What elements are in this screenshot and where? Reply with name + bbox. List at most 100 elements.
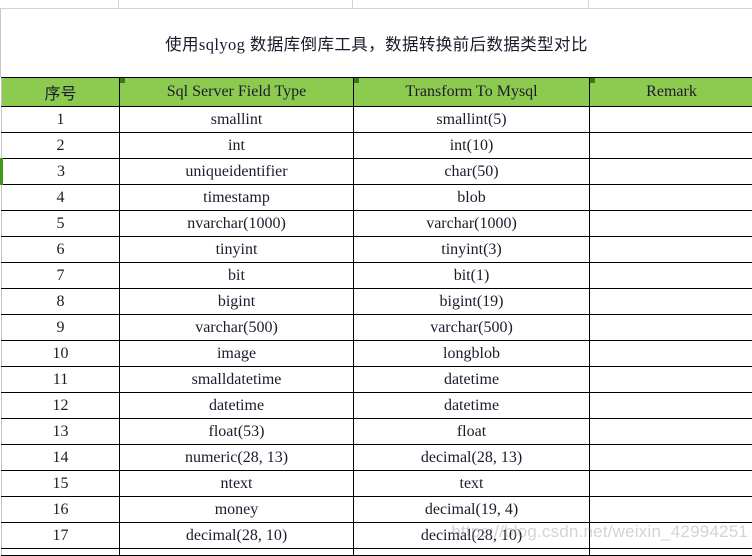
cell-source[interactable]: bigint	[120, 289, 354, 315]
cell-seq[interactable]: 6	[2, 237, 120, 263]
cell-target[interactable]: char(50)	[354, 159, 590, 185]
cell-source[interactable]: smalldatetime	[120, 367, 354, 393]
cell-seq[interactable]: 5	[2, 211, 120, 237]
cell-remark[interactable]	[590, 237, 752, 263]
table-row[interactable]: 9varchar(500)varchar(500)	[2, 315, 752, 341]
table-row-partial[interactable]	[2, 549, 752, 556]
cell-seq[interactable]: 3	[2, 159, 120, 185]
table-row[interactable]: 15ntexttext	[2, 471, 752, 497]
cell-seq[interactable]: 11	[2, 367, 120, 393]
cell-source[interactable]: timestamp	[120, 185, 354, 211]
table-row[interactable]: 7bitbit(1)	[2, 263, 752, 289]
cell-source[interactable]: float(53)	[120, 419, 354, 445]
table-row[interactable]: 12datetimedatetime	[2, 393, 752, 419]
cell-seq[interactable]: 8	[2, 289, 120, 315]
cell-source[interactable]: varchar(500)	[120, 315, 354, 341]
cell-target[interactable]: bit(1)	[354, 263, 590, 289]
cell-seq[interactable]: 10	[2, 341, 120, 367]
column-header-remark[interactable]: Remark	[590, 78, 752, 107]
column-header-seq[interactable]: 序号	[2, 78, 120, 107]
cell-remark[interactable]	[590, 211, 752, 237]
cell-seq[interactable]: 9	[2, 315, 120, 341]
cell-remark[interactable]	[590, 497, 752, 523]
cell-target[interactable]	[354, 549, 590, 556]
cell-remark[interactable]	[590, 263, 752, 289]
cell-target[interactable]: longblob	[354, 341, 590, 367]
cell-remark[interactable]	[590, 289, 752, 315]
cell-target[interactable]: float	[354, 419, 590, 445]
cell-seq[interactable]: 7	[2, 263, 120, 289]
table-row[interactable]: 2intint(10)	[2, 133, 752, 159]
cell-source[interactable]: image	[120, 341, 354, 367]
table-row[interactable]: 3uniqueidentifierchar(50)	[2, 159, 752, 185]
cell-target[interactable]: decimal(19, 4)	[354, 497, 590, 523]
table-row[interactable]: 6tinyinttinyint(3)	[2, 237, 752, 263]
cell-target[interactable]: int(10)	[354, 133, 590, 159]
cell-source[interactable]	[120, 549, 354, 556]
cell-target[interactable]: tinyint(3)	[354, 237, 590, 263]
cell-remark[interactable]	[590, 393, 752, 419]
cell-remark[interactable]	[590, 419, 752, 445]
cell-target[interactable]: text	[354, 471, 590, 497]
cell-remark[interactable]	[590, 549, 752, 556]
cell-remark[interactable]	[590, 185, 752, 211]
cell-seq[interactable]: 14	[2, 445, 120, 471]
cell-source[interactable]: tinyint	[120, 237, 354, 263]
cell-source[interactable]: datetime	[120, 393, 354, 419]
cell-seq[interactable]: 1	[2, 107, 120, 133]
cell-seq[interactable]: 17	[2, 523, 120, 549]
cell-remark[interactable]	[590, 159, 752, 185]
cell-target[interactable]: datetime	[354, 367, 590, 393]
column-separator	[118, 0, 119, 8]
cell-target[interactable]: varchar(1000)	[354, 211, 590, 237]
cell-seq[interactable]	[2, 549, 120, 556]
table-row[interactable]: 11smalldatetimedatetime	[2, 367, 752, 393]
cell-target[interactable]: decimal(28, 10)	[354, 523, 590, 549]
cell-remark[interactable]	[590, 367, 752, 393]
table-row[interactable]: 14numeric(28, 13)decimal(28, 13)	[2, 445, 752, 471]
cell-remark[interactable]	[590, 107, 752, 133]
table-row[interactable]: 5nvarchar(1000)varchar(1000)	[2, 211, 752, 237]
cell-seq[interactable]: 12	[2, 393, 120, 419]
cell-remark[interactable]	[590, 315, 752, 341]
cell-source[interactable]: ntext	[120, 471, 354, 497]
sheet-top-partial-row	[0, 0, 752, 9]
cell-remark[interactable]	[590, 445, 752, 471]
data-table-container: 序号Sql Server Field TypeTransform To Mysq…	[0, 77, 752, 556]
table-body: 1smallintsmallint(5)2intint(10)3uniqueid…	[2, 107, 752, 556]
cell-source[interactable]: money	[120, 497, 354, 523]
column-header-target[interactable]: Transform To Mysql	[354, 78, 590, 107]
cell-remark[interactable]	[590, 471, 752, 497]
column-header-source[interactable]: Sql Server Field Type	[120, 78, 354, 107]
cell-target[interactable]: decimal(28, 13)	[354, 445, 590, 471]
cell-seq[interactable]: 16	[2, 497, 120, 523]
cell-source[interactable]: bit	[120, 263, 354, 289]
cell-seq[interactable]: 4	[2, 185, 120, 211]
page-title: 使用sqlyog 数据库倒库工具，数据转换前后数据类型对比	[165, 31, 588, 55]
table-row[interactable]: 10imagelongblob	[2, 341, 752, 367]
cell-remark[interactable]	[590, 523, 752, 549]
table-row[interactable]: 17decimal(28, 10)decimal(28, 10)	[2, 523, 752, 549]
table-row[interactable]: 13float(53)float	[2, 419, 752, 445]
table-row[interactable]: 8bigintbigint(19)	[2, 289, 752, 315]
cell-source[interactable]: uniqueidentifier	[120, 159, 354, 185]
cell-target[interactable]: datetime	[354, 393, 590, 419]
cell-source[interactable]: smallint	[120, 107, 354, 133]
cell-source[interactable]: int	[120, 133, 354, 159]
cell-source[interactable]: decimal(28, 10)	[120, 523, 354, 549]
cell-source[interactable]: numeric(28, 13)	[120, 445, 354, 471]
cell-seq[interactable]: 13	[2, 419, 120, 445]
cell-remark[interactable]	[590, 341, 752, 367]
table-row[interactable]: 16moneydecimal(19, 4)	[2, 497, 752, 523]
cell-seq[interactable]: 15	[2, 471, 120, 497]
cell-source[interactable]: nvarchar(1000)	[120, 211, 354, 237]
cell-seq[interactable]: 2	[2, 133, 120, 159]
cell-target[interactable]: blob	[354, 185, 590, 211]
cell-target[interactable]: smallint(5)	[354, 107, 590, 133]
cell-target[interactable]: bigint(19)	[354, 289, 590, 315]
table-row[interactable]: 1smallintsmallint(5)	[2, 107, 752, 133]
cell-target[interactable]: varchar(500)	[354, 315, 590, 341]
table-row[interactable]: 4timestampblob	[2, 185, 752, 211]
title-band: 使用sqlyog 数据库倒库工具，数据转换前后数据类型对比	[0, 9, 752, 77]
cell-remark[interactable]	[590, 133, 752, 159]
